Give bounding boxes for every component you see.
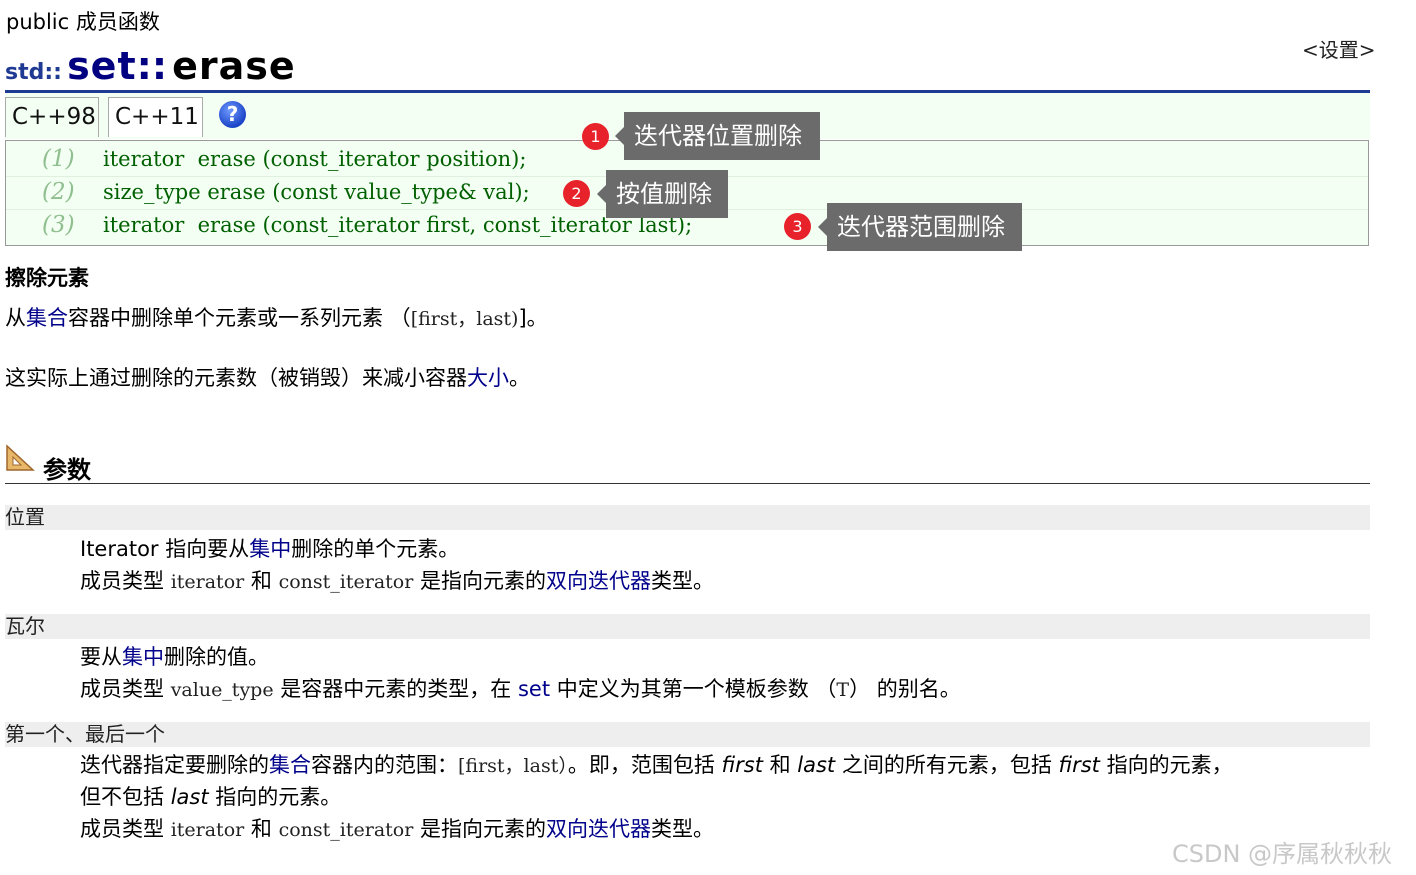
- text: 成员类型: [80, 569, 171, 593]
- set-link[interactable]: set: [518, 677, 550, 701]
- text: 要从: [80, 645, 122, 669]
- title-namespace: std::: [5, 60, 62, 85]
- param-def-line: 要从集中删除的值。: [80, 641, 269, 673]
- inline-code: [first，last）: [458, 755, 568, 777]
- text: 但不包括: [80, 785, 171, 809]
- bidirectional-iterator-link[interactable]: 双向迭代器: [546, 817, 651, 841]
- param-def-line: 但不包括 last 指向的元素。: [80, 781, 341, 813]
- parameters-rule: [5, 483, 1370, 484]
- tab-cpp98[interactable]: C++98: [5, 97, 99, 137]
- emphasis: first: [721, 753, 763, 777]
- annotation-marker-3: 3: [784, 213, 811, 240]
- text: Iterator 指向要从: [80, 537, 250, 561]
- bidirectional-iterator-link[interactable]: 双向迭代器: [546, 569, 651, 593]
- text: ]。: [518, 306, 548, 330]
- text: 成员类型: [80, 677, 171, 701]
- syntax-number: (3): [42, 212, 75, 238]
- inline-code: value_type: [170, 679, 274, 701]
- inline-code: iterator: [170, 819, 245, 841]
- text: 容器中删除单个元素或一系列元素 （: [68, 306, 411, 330]
- title-class-link[interactable]: set: [67, 44, 137, 88]
- text: 迭代器指定要删除的: [80, 753, 269, 777]
- inline-code: iterator: [170, 571, 245, 593]
- set-link[interactable]: 集中: [122, 645, 164, 669]
- text: 删除的单个元素。: [291, 537, 460, 561]
- description-paragraph-2: 这实际上通过删除的元素数（被销毁）来减小容器大小。: [5, 362, 530, 392]
- text: 中定义为其第一个模板参数 （: [550, 677, 837, 701]
- annotation-callout-3: 迭代器范围删除: [818, 203, 1022, 251]
- syntax-code: iterator erase (const_iterator position)…: [103, 147, 527, 171]
- tab-cpp11[interactable]: C++11: [108, 97, 203, 137]
- text: 和: [244, 569, 279, 593]
- inline-code: [first，last): [410, 308, 519, 330]
- emphasis: first: [1058, 753, 1100, 777]
- title-function: erase: [172, 44, 296, 88]
- watermark: CSDN @序属秋秋秋: [1172, 840, 1393, 868]
- settings-link[interactable]: <设置>: [1302, 34, 1376, 63]
- syntax-code: size_type erase (const value_type& val);: [103, 180, 530, 204]
- param-def-line: Iterator 指向要从集中删除的单个元素。: [80, 533, 459, 565]
- size-link[interactable]: 大小: [467, 366, 509, 390]
- param-term-position: 位置: [5, 505, 1370, 530]
- inline-code: const_iterator: [278, 819, 414, 841]
- text: 容器内的范围：: [311, 753, 458, 777]
- text: 和: [244, 817, 279, 841]
- text: 指向的元素，: [1099, 753, 1233, 777]
- title-separator: ::: [136, 44, 168, 88]
- text: ） 的别名。: [849, 677, 961, 701]
- annotation-callout-2: 按值删除: [597, 170, 728, 218]
- text: 类型。: [651, 817, 714, 841]
- text: 之间的所有元素，包括: [835, 753, 1059, 777]
- syntax-code: iterator erase (const_iterator first, co…: [103, 213, 693, 237]
- emphasis: last: [170, 785, 209, 809]
- text: 删除的值。: [164, 645, 269, 669]
- annotation-marker-2: 2: [563, 180, 590, 207]
- text: 是指向元素的: [413, 569, 546, 593]
- param-def-line: 成员类型 iterator 和 const_iterator 是指向元素的双向迭…: [80, 565, 714, 598]
- help-icon[interactable]: ?: [219, 101, 246, 128]
- param-def-line: 成员类型 value_type 是容器中元素的类型，在 set 中定义为其第一个…: [80, 673, 961, 706]
- param-def-line: 成员类型 iterator 和 const_iterator 是指向元素的双向迭…: [80, 813, 714, 846]
- text: 。即，范围包括: [567, 753, 722, 777]
- set-link[interactable]: 集合: [269, 753, 311, 777]
- set-link[interactable]: 集合: [26, 306, 68, 330]
- syntax-number: (1): [42, 146, 75, 172]
- text: 指向的元素。: [208, 785, 342, 809]
- ruler-icon: [6, 444, 35, 471]
- param-def-line: 迭代器指定要删除的集合容器内的范围：[first，last）。即，范围包括 fi…: [80, 749, 1233, 782]
- text: 。: [509, 366, 530, 390]
- description-paragraph-1: 从集合容器中删除单个元素或一系列元素 （[first，last)]。: [5, 302, 548, 332]
- annotation-marker-1: 1: [582, 123, 609, 150]
- text: 和: [762, 753, 798, 777]
- annotation-callout-1: 迭代器位置删除: [615, 112, 820, 160]
- text: 从: [5, 306, 26, 330]
- description-heading: 擦除元素: [5, 266, 89, 290]
- parameters-heading: 参数: [43, 456, 91, 484]
- param-term-first-last: 第一个、最后一个: [5, 722, 1370, 747]
- page-title: std:: set:: erase: [5, 44, 296, 88]
- syntax-number: (2): [42, 179, 75, 205]
- text: 是容器中元素的类型，在: [273, 677, 518, 701]
- text: 是指向元素的: [413, 817, 546, 841]
- inline-code: T: [836, 679, 850, 701]
- set-link[interactable]: 集中: [249, 537, 291, 561]
- member-type-label: public 成员函数: [6, 10, 160, 34]
- text: 类型。: [651, 569, 714, 593]
- text: 成员类型: [80, 817, 171, 841]
- text: 这实际上通过删除的元素数（被销毁）来减小容器: [5, 366, 467, 390]
- emphasis: last: [797, 753, 836, 777]
- inline-code: const_iterator: [278, 571, 414, 593]
- param-term-val: 瓦尔: [5, 614, 1370, 639]
